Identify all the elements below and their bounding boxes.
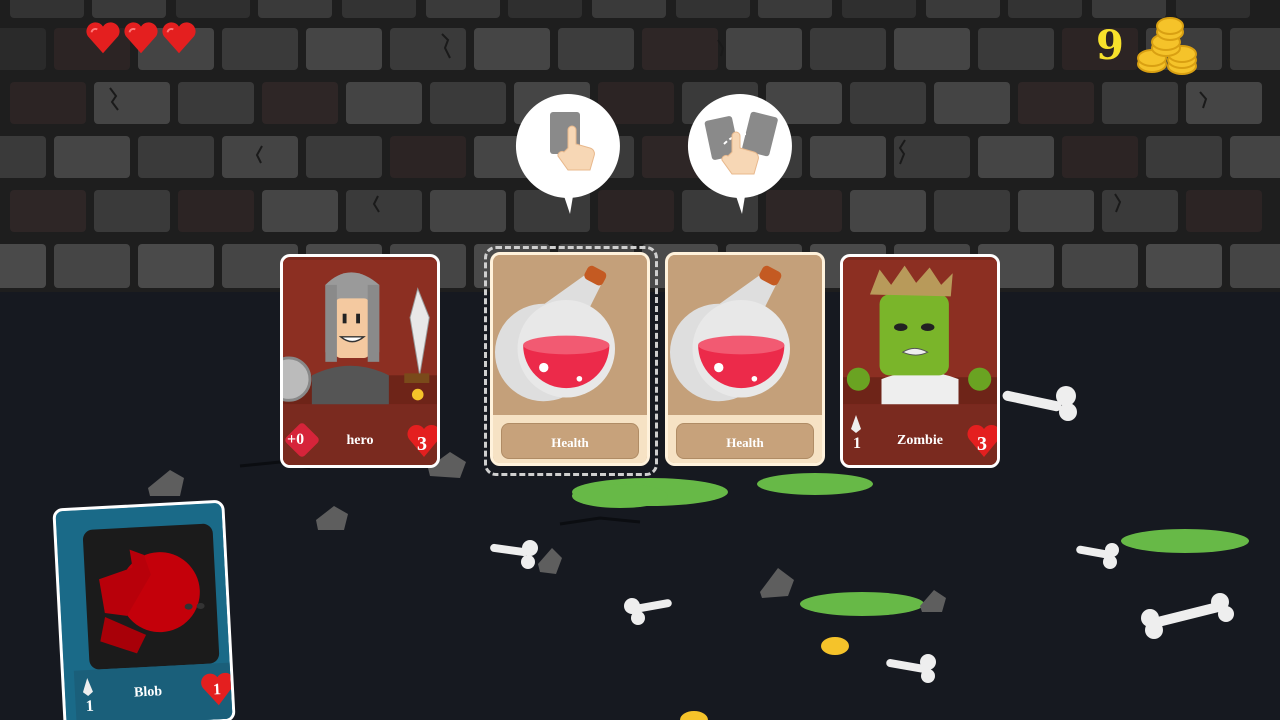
game-scene: 9 hero +0 3 Health Health Zombie 1 3 Blo… bbox=[0, 0, 1280, 720]
heart-icon bbox=[124, 22, 158, 54]
player-lives bbox=[84, 18, 198, 58]
potion-icon bbox=[495, 255, 645, 405]
hero-card[interactable]: hero +0 3 bbox=[280, 254, 440, 468]
hero-portrait bbox=[283, 259, 437, 405]
blob-health: 1 bbox=[212, 681, 222, 699]
coin-count: 9 bbox=[1096, 22, 1124, 69]
tap-card-hint-bubble bbox=[515, 94, 620, 214]
drag-card-hint-bubble bbox=[687, 94, 792, 214]
heart-icon bbox=[86, 22, 120, 54]
hero-attack: +0 bbox=[287, 431, 305, 448]
zombie-card[interactable]: Zombie 1 3 bbox=[840, 254, 1000, 468]
potion-name: Health bbox=[551, 435, 589, 450]
zombie-health: 3 bbox=[977, 433, 987, 455]
health-potion-card-1[interactable]: Health bbox=[490, 252, 650, 466]
coin-stack-icon bbox=[1137, 17, 1197, 75]
heart-icon bbox=[162, 22, 196, 54]
hero-health: 3 bbox=[417, 433, 427, 455]
zombie-attack: 1 bbox=[853, 435, 861, 452]
blob-hand-card[interactable]: Blob 1 1 bbox=[52, 499, 236, 720]
potion-icon bbox=[670, 255, 820, 405]
potion-name: Health bbox=[726, 435, 764, 450]
blob-attack: 1 bbox=[85, 697, 95, 716]
health-potion-card-2[interactable]: Health bbox=[665, 252, 825, 466]
dagger-icon bbox=[851, 415, 861, 433]
zombie-portrait bbox=[843, 259, 997, 405]
